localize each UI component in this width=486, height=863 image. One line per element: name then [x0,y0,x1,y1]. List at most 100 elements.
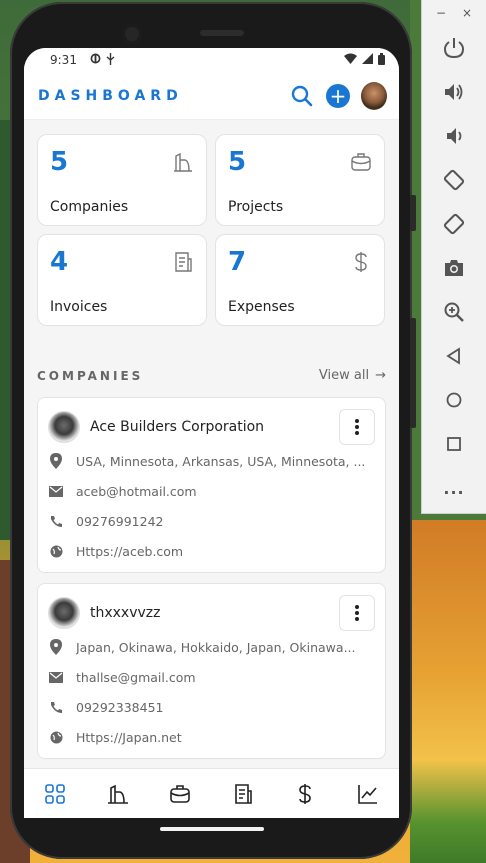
company-website-row: Https://Japan.net [48,722,375,752]
arrow-right-icon: → [375,368,386,383]
home-button[interactable] [422,378,486,422]
building-icon [174,152,192,172]
nav-projects[interactable] [160,774,200,814]
companies-section-header: COMPANIES View all → [37,368,386,383]
screenshot-button[interactable] [422,246,486,290]
invoice-icon [175,252,192,272]
battery-icon [378,52,385,68]
view-all-label: View all [318,368,370,383]
close-button[interactable]: × [462,6,472,20]
nav-expenses[interactable] [285,774,325,814]
volume-down-icon [447,128,462,144]
emulator-toolbar: − × ... [421,0,486,514]
stat-label: Invoices [50,299,108,315]
company-phone-row: 09276991242 [48,506,375,536]
view-all-link[interactable]: View all → [319,368,386,383]
company-card[interactable]: thxxxvvzz Japan, Okinawa, Hokkaido, Japa… [37,583,386,759]
phone-icon [48,699,64,715]
company-phone: 09292338451 [76,699,164,715]
company-avatar [48,597,80,629]
grid-icon [45,783,66,804]
power-icon [443,38,465,59]
company-address: USA, Minnesota, Arkansas, USA, Minnesota… [76,453,366,469]
power-toggle-button[interactable] [422,26,486,70]
back-triangle-icon [446,347,460,365]
camera-icon [445,260,463,276]
search-icon [291,85,313,106]
company-website-row: Https://aceb.com [48,536,375,566]
nav-invoices[interactable] [223,774,263,814]
more-options-button[interactable] [339,595,375,631]
stat-card-companies[interactable]: 5 Companies [37,134,207,226]
company-address-row: Japan, Okinawa, Hokkaido, Japan, Okinawa… [48,632,375,662]
signal-icon [362,53,373,67]
company-name: Ace Builders Corporation [90,419,265,435]
rotate-left-icon [443,169,465,191]
more-horiz-icon: ... [443,478,465,498]
more-button[interactable]: ... [422,466,486,510]
rotate-left-button[interactable] [422,158,486,202]
stat-card-expenses[interactable]: 7 Expenses [215,234,385,326]
more-options-button[interactable] [339,409,375,445]
dollar-icon [299,783,312,804]
overview-button[interactable] [422,422,486,466]
more-vert-icon [355,605,359,621]
rotate-right-icon [443,213,465,235]
stat-card-projects[interactable]: 5 Projects [215,134,385,226]
zoom-button[interactable] [422,290,486,334]
rotate-right-button[interactable] [422,202,486,246]
mail-icon [48,669,64,685]
volume-down-button[interactable] [422,114,486,158]
front-camera [122,24,142,44]
globe-icon [48,729,64,745]
zoom-in-icon [444,302,464,322]
building-icon [107,784,128,804]
briefcase-icon [351,153,371,171]
avatar [361,81,387,110]
location-pin-icon [48,453,64,469]
nav-dashboard[interactable] [35,774,75,814]
power-button[interactable] [410,195,416,231]
company-card[interactable]: Ace Builders Corporation USA, Minnesota,… [37,397,386,573]
company-avatar [48,411,80,443]
profile-button[interactable] [361,81,387,110]
briefcase-icon [170,784,191,803]
overview-square-icon [447,437,461,451]
company-phone-row: 09292338451 [48,692,375,722]
volume-up-button[interactable] [422,70,486,114]
wifi-icon [344,53,357,67]
company-email-row: aceb@hotmail.com [48,476,375,506]
home-indicator[interactable] [160,827,264,831]
volume-rocker[interactable] [410,318,416,428]
company-address-row: USA, Minnesota, Arkansas, USA, Minnesota… [48,446,375,476]
page-title: DASHBOARD [38,87,183,104]
chart-line-icon [357,784,377,804]
add-button[interactable]: + [325,83,351,109]
stats-grid: 5 Companies 5 Projects 4 Invoices 7 Expe… [37,134,386,326]
bottom-navigation [24,768,399,818]
game-background-right [410,520,486,863]
company-phone: 09276991242 [76,513,164,529]
company-email-row: thallse@gmail.com [48,662,375,692]
dashboard-content: 5 Companies 5 Projects 4 Invoices 7 Expe… [24,120,399,768]
status-bar: 9:31 [24,48,399,72]
nav-companies[interactable] [98,774,138,814]
location-pin-icon [48,639,64,655]
back-button[interactable] [422,334,486,378]
dollar-icon [355,252,367,272]
search-button[interactable] [289,83,315,109]
status-time: 9:31 [50,53,77,67]
company-email: aceb@hotmail.com [76,483,197,499]
invoice-icon [234,783,252,804]
mail-icon [48,483,64,499]
minimize-button[interactable]: − [436,6,446,20]
stat-card-invoices[interactable]: 4 Invoices [37,234,207,326]
company-website: Https://aceb.com [76,543,184,559]
app-screen: 9:31 DASHBOARD + 5 Companies 5 Projects … [24,48,399,818]
more-vert-icon [355,419,359,435]
globe-icon [48,543,64,559]
sync-icon [90,53,101,67]
company-email: thallse@gmail.com [76,669,196,685]
nav-reports[interactable] [348,774,388,814]
stat-label: Expenses [228,299,295,315]
